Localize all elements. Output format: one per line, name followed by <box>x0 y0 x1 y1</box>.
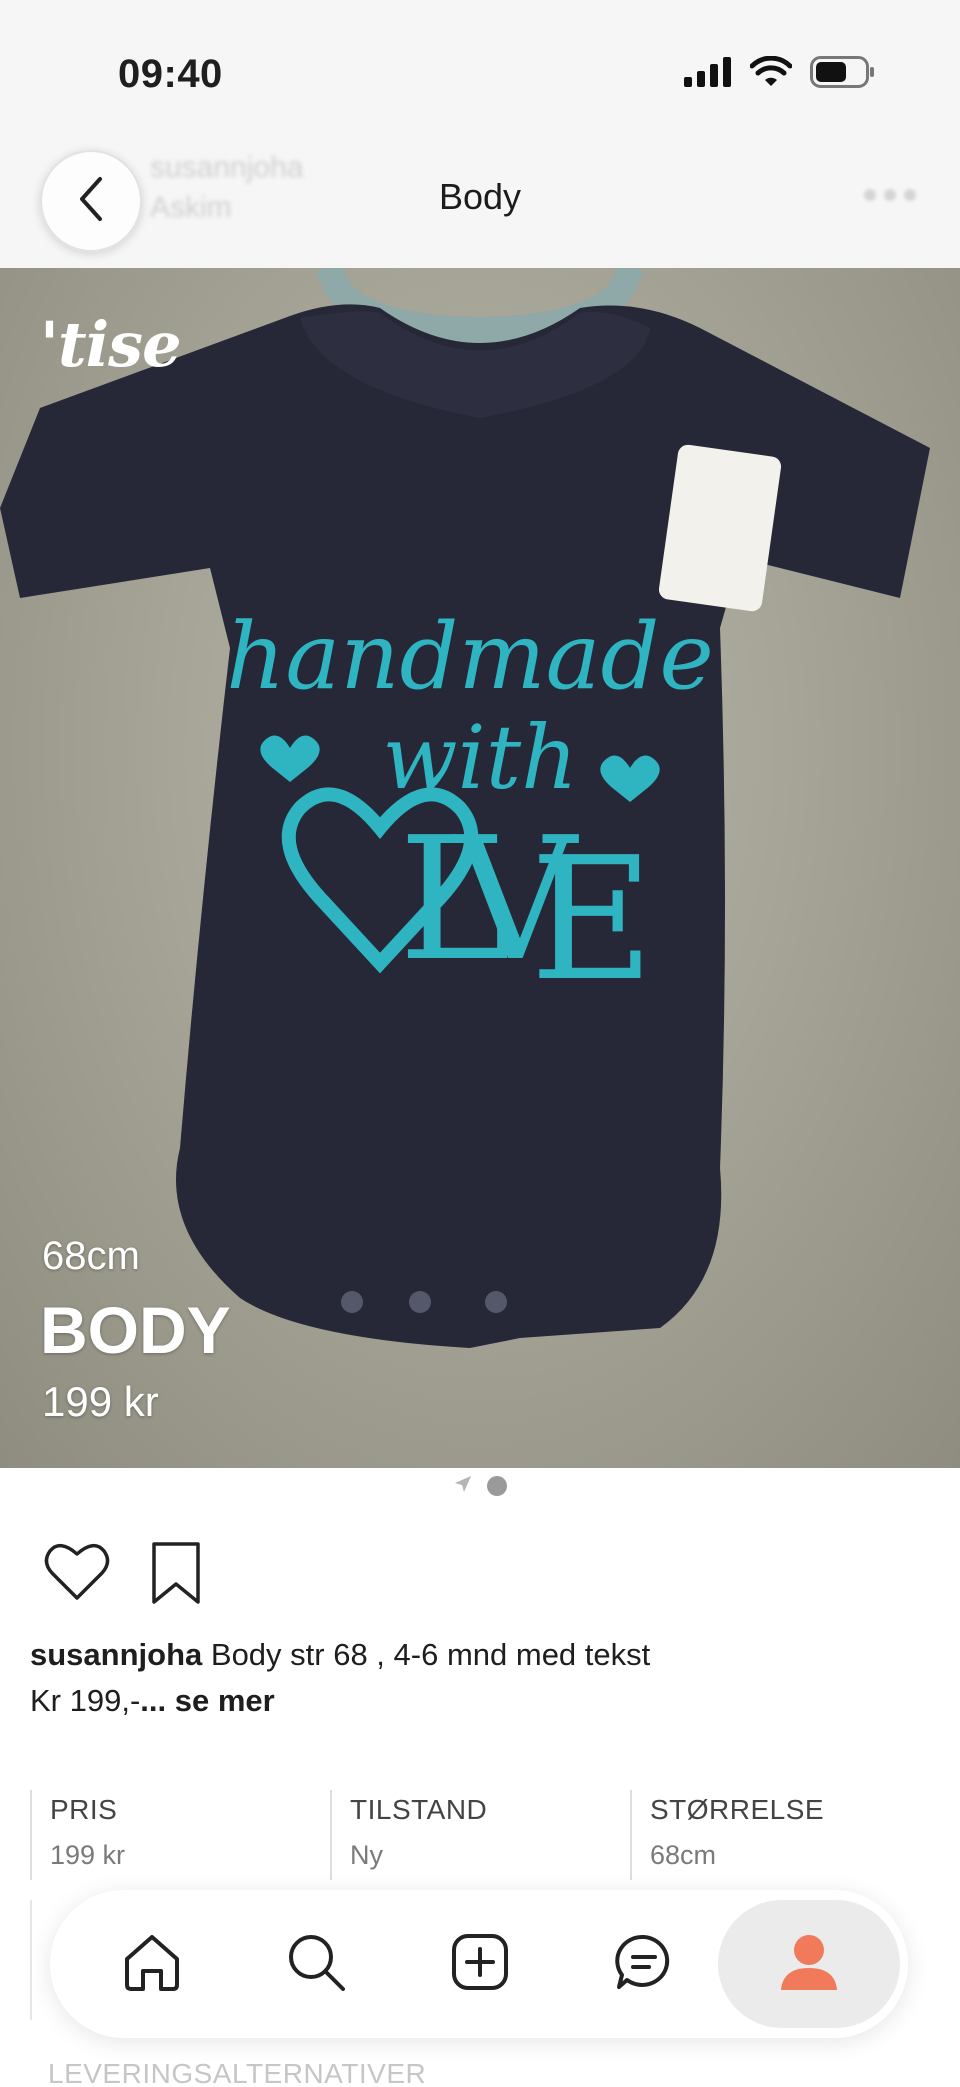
detail-size: STØRRELSE 68cm <box>630 1790 930 1880</box>
status-time: 09:40 <box>118 52 223 96</box>
detail-value: 199 kr <box>50 1840 126 1870</box>
like-button[interactable] <box>44 1540 110 1602</box>
nav-add[interactable] <box>440 1924 520 2004</box>
detail-value: Ny <box>350 1840 383 1870</box>
battery-icon <box>810 56 876 93</box>
nav-profile[interactable] <box>718 1900 900 2028</box>
top-header: susannjoha Askim Body <box>0 140 960 268</box>
description-text: Body str 68 , 4-6 mnd med tekst <box>210 1637 651 1672</box>
tise-logo: 'tise <box>40 308 182 381</box>
messages-icon <box>613 1931 675 1998</box>
svg-text:handmade: handmade <box>226 603 714 710</box>
nav-messages[interactable] <box>604 1924 684 2004</box>
cellular-signal-icon <box>684 57 732 92</box>
status-icons <box>684 55 876 93</box>
home-icon <box>121 1931 183 1998</box>
onesie-illustration: handmade with L V E <box>0 268 930 1348</box>
product-description: susannjoha Body str 68 , 4-6 mnd med tek… <box>30 1632 930 1724</box>
nav-search[interactable] <box>276 1924 356 2004</box>
status-bar: 09:40 <box>0 0 960 140</box>
detail-label: STØRRELSE <box>650 1794 825 1825</box>
detail-price: PRIS 199 kr <box>30 1790 330 1880</box>
description-line2: Kr 199,- <box>30 1683 141 1718</box>
delivery-options-heading: LEVERINGSALTERNATIVER <box>48 2058 427 2087</box>
save-button[interactable] <box>148 1540 204 1606</box>
add-icon <box>449 1931 511 1998</box>
see-more-link[interactable]: ... se mer <box>140 1683 274 1718</box>
search-icon <box>285 1931 347 1998</box>
description-username[interactable]: susannjoha <box>30 1637 202 1672</box>
pager-dot-active[interactable] <box>487 1476 507 1496</box>
bottom-navigation <box>50 1890 908 2038</box>
hero-size: 68cm <box>42 1234 140 1278</box>
product-details: PRIS 199 kr TILSTAND Ny STØRRELSE 68cm <box>30 1790 930 1880</box>
detail-label: PRIS <box>50 1794 118 1825</box>
svg-text:E: E <box>530 821 654 1019</box>
product-image[interactable]: handmade with L V E 'tise 68cm BODY 199 … <box>0 268 960 1468</box>
nav-home[interactable] <box>112 1924 192 2004</box>
wifi-icon <box>749 55 793 93</box>
hero-product-name: BODY <box>40 1293 231 1367</box>
detail-value: 68cm <box>650 1840 717 1870</box>
more-dots-icon[interactable] <box>860 180 920 210</box>
profile-icon <box>777 1932 841 1997</box>
detail-label: TILSTAND <box>350 1794 488 1825</box>
hero-price: 199 kr <box>42 1378 159 1425</box>
location-arrow-icon[interactable] <box>453 1474 473 1499</box>
bookmark-icon <box>148 1542 204 1610</box>
divider <box>30 1900 32 2020</box>
page-title: Body <box>438 176 522 217</box>
heart-icon <box>44 1544 110 1606</box>
detail-condition: TILSTAND Ny <box>330 1790 630 1880</box>
image-pager <box>0 1474 960 1498</box>
